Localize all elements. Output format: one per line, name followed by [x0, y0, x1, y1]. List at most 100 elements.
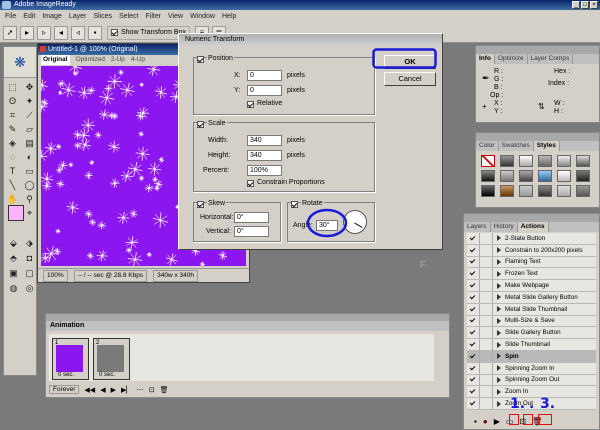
- rotate-checkbox[interactable]: [291, 201, 298, 208]
- menu-image[interactable]: Image: [42, 13, 61, 20]
- brush-icon[interactable]: ✎: [6, 123, 19, 135]
- style-swatch[interactable]: [576, 170, 590, 182]
- tab-4up[interactable]: 4-Up: [131, 55, 145, 65]
- slice-icon[interactable]: ⟋: [23, 109, 36, 121]
- action-dialog-toggle[interactable]: [480, 268, 493, 280]
- expand-triangle-icon[interactable]: [497, 317, 501, 324]
- action-row[interactable]: Spinning Zoom Out: [467, 374, 596, 387]
- frame-delay[interactable]: 0 sec.: [58, 372, 74, 378]
- loop-select[interactable]: Forever: [49, 385, 80, 394]
- menu-layer[interactable]: Layer: [69, 13, 87, 20]
- measure-icon[interactable]: ⌖: [23, 207, 36, 219]
- action-enabled-checkbox[interactable]: [467, 315, 480, 327]
- ellipse-icon[interactable]: ◯: [23, 179, 36, 191]
- style-swatch[interactable]: [500, 170, 514, 182]
- download-time[interactable]: -- / -- sec @ 28.8 Kbps: [73, 270, 148, 282]
- expand-triangle-icon[interactable]: [497, 365, 501, 372]
- full-screen-icon[interactable]: ▢: [23, 267, 36, 279]
- action-enabled-checkbox[interactable]: [467, 256, 480, 268]
- slice-select-icon[interactable]: ◃: [71, 25, 85, 40]
- menu-edit[interactable]: Edit: [23, 13, 35, 20]
- preview-icon[interactable]: ◘: [23, 252, 36, 264]
- action-dialog-toggle[interactable]: [480, 350, 493, 362]
- image-size[interactable]: 340w x 340h: [153, 270, 198, 282]
- crop-icon[interactable]: ⌗: [6, 109, 19, 121]
- expand-triangle-icon[interactable]: [497, 388, 501, 395]
- horizontal-skew-input[interactable]: 0°: [234, 212, 269, 223]
- action-enabled-checkbox[interactable]: [467, 398, 480, 409]
- action-dialog-toggle[interactable]: [480, 386, 493, 398]
- layer-select-icon[interactable]: ▪: [88, 25, 102, 40]
- lasso-icon[interactable]: ʘ: [6, 95, 19, 107]
- standard-screen-icon[interactable]: ▣: [7, 267, 20, 279]
- style-swatch[interactable]: [500, 155, 514, 167]
- percent-input[interactable]: 100%: [247, 165, 282, 176]
- tween-icon[interactable]: ⋯: [137, 386, 144, 394]
- arrow-option-icon[interactable]: ▸: [20, 25, 34, 40]
- action-row[interactable]: Multi-Size & Save: [467, 315, 596, 328]
- action-row[interactable]: 2-State Button: [467, 233, 596, 245]
- action-dialog-toggle[interactable]: [480, 256, 493, 268]
- move-tool-icon[interactable]: ➚: [3, 25, 17, 40]
- action-row[interactable]: Slide Thumbnail: [467, 339, 596, 351]
- action-enabled-checkbox[interactable]: [467, 244, 480, 256]
- style-swatch[interactable]: [538, 185, 552, 197]
- zoom-level[interactable]: 100%: [43, 270, 68, 282]
- menu-filter[interactable]: Filter: [145, 13, 161, 20]
- style-swatch[interactable]: [481, 170, 495, 182]
- play-animation-icon[interactable]: ▶: [111, 386, 116, 394]
- action-enabled-checkbox[interactable]: [467, 268, 480, 280]
- duplicate-frame-icon[interactable]: ⊡: [149, 386, 155, 394]
- toggle-slices-icon[interactable]: ⬗: [23, 237, 36, 249]
- menu-window[interactable]: Window: [190, 13, 215, 20]
- action-row[interactable]: Constrain to 200x200 pixels: [467, 244, 596, 257]
- action-dialog-toggle[interactable]: [480, 315, 493, 327]
- frame-delay[interactable]: 0 sec.: [99, 372, 115, 378]
- style-swatch[interactable]: [500, 185, 514, 197]
- action-enabled-checkbox[interactable]: [467, 362, 480, 374]
- action-dialog-toggle[interactable]: [480, 374, 493, 386]
- cancel-button[interactable]: Cancel: [384, 72, 436, 86]
- action-row[interactable]: Slide Gallery Button: [467, 327, 596, 340]
- tab-info[interactable]: Info: [476, 54, 495, 64]
- select-option-icon[interactable]: ▹: [37, 25, 51, 40]
- menu-select[interactable]: Select: [119, 13, 138, 20]
- image-map-icon[interactable]: ⬙: [7, 237, 20, 249]
- action-enabled-checkbox[interactable]: [467, 386, 480, 398]
- expand-triangle-icon[interactable]: [497, 282, 501, 289]
- action-dialog-toggle[interactable]: [480, 244, 493, 256]
- style-swatch[interactable]: [557, 155, 571, 167]
- style-swatch[interactable]: [576, 155, 590, 167]
- style-none-swatch[interactable]: [481, 155, 495, 167]
- tab-original[interactable]: Original: [41, 55, 70, 65]
- style-swatch[interactable]: [557, 185, 571, 197]
- y-input[interactable]: 0: [247, 85, 282, 96]
- animation-frame[interactable]: 1 0 sec.: [52, 338, 89, 380]
- close-icon[interactable]: ×: [590, 1, 598, 9]
- tab-history[interactable]: History: [491, 222, 518, 232]
- action-enabled-checkbox[interactable]: [467, 280, 480, 291]
- show-transform-checkbox[interactable]: [111, 29, 118, 36]
- tab-2up[interactable]: 2-Up: [111, 55, 125, 65]
- tab-color[interactable]: Color: [476, 141, 499, 151]
- skew-checkbox[interactable]: [197, 201, 204, 208]
- tab-swatches[interactable]: Swatches: [499, 141, 534, 151]
- menu-help[interactable]: Help: [222, 13, 236, 20]
- jump-to-photoshop-icon[interactable]: ◎: [23, 282, 36, 294]
- constrain-checkbox[interactable]: [247, 180, 254, 187]
- style-swatch[interactable]: [519, 155, 533, 167]
- height-input[interactable]: 340: [247, 150, 282, 161]
- minimize-icon[interactable]: _: [572, 1, 580, 9]
- style-swatch[interactable]: [538, 155, 552, 167]
- next-frame-icon[interactable]: ▶▏: [121, 386, 132, 394]
- style-swatch[interactable]: [519, 170, 533, 182]
- expand-triangle-icon[interactable]: [497, 353, 501, 360]
- scale-checkbox[interactable]: [197, 121, 204, 128]
- menu-file[interactable]: File: [5, 13, 16, 20]
- action-dialog-toggle[interactable]: [480, 280, 493, 291]
- animation-panel-header[interactable]: [46, 314, 449, 321]
- expand-triangle-icon[interactable]: [497, 294, 501, 301]
- actions-panel-header[interactable]: [464, 214, 599, 222]
- action-dialog-toggle[interactable]: [480, 303, 493, 315]
- dodge-icon[interactable]: ◐: [23, 151, 36, 163]
